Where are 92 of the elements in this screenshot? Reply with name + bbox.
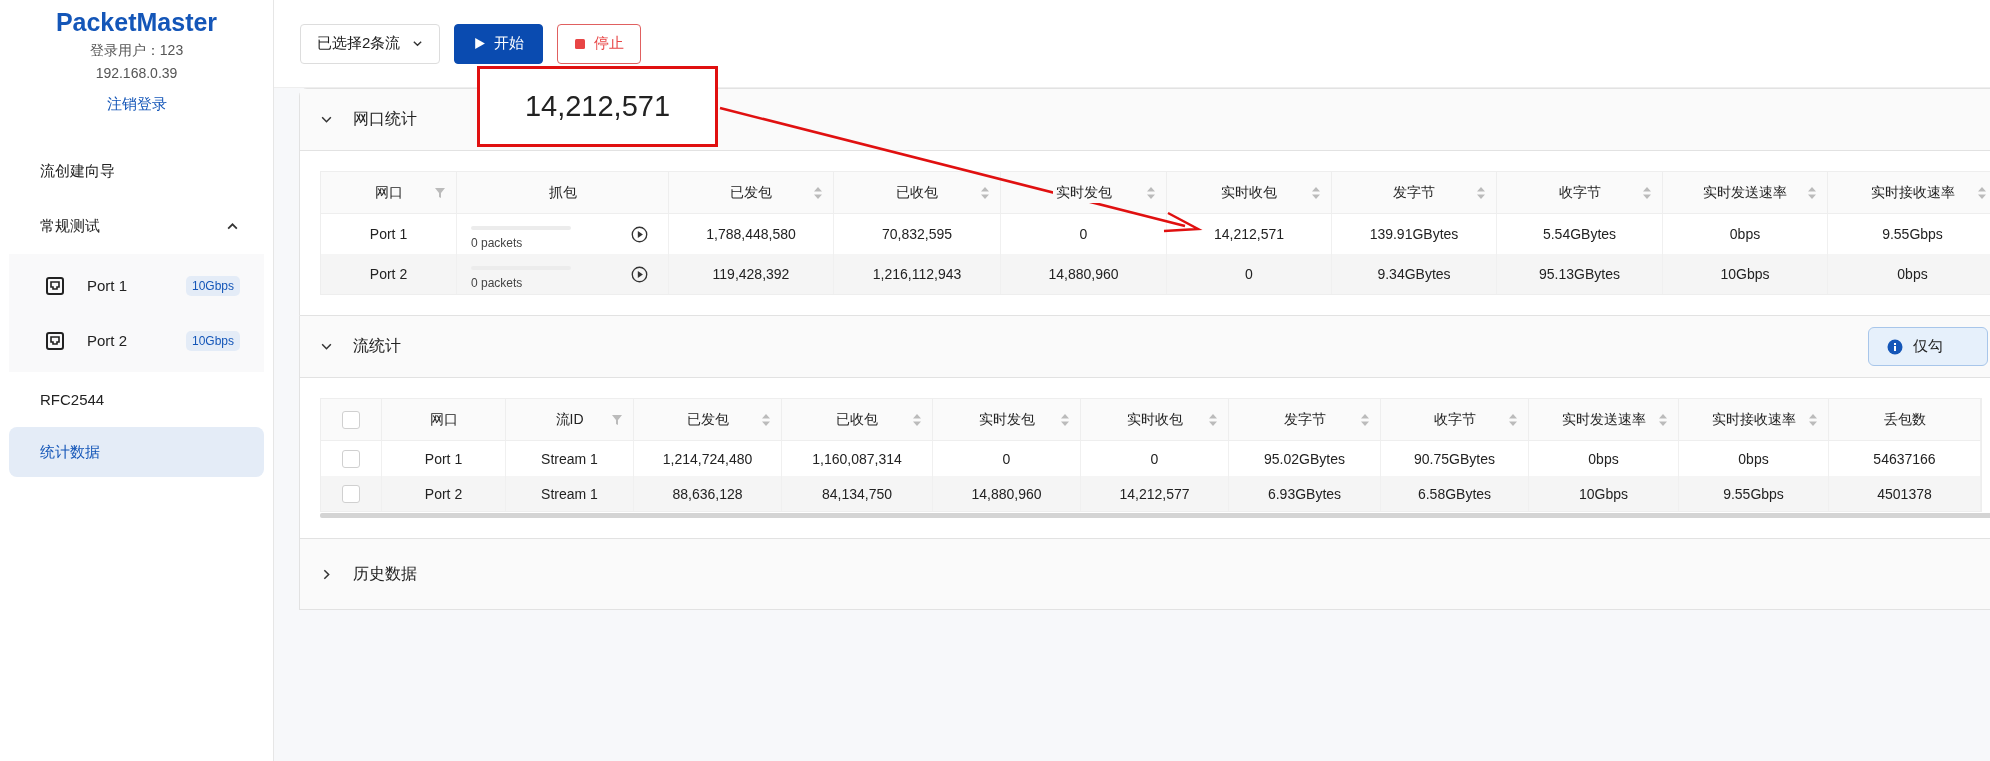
- table-cell: 14,212,577: [1081, 476, 1229, 511]
- port-nav-item[interactable]: Port 1 10Gbps: [9, 258, 264, 313]
- column-header: 已发包: [634, 399, 782, 441]
- column-header: 实时收包: [1081, 399, 1229, 441]
- callout-box: 14,212,571: [477, 66, 718, 147]
- table-cell: 88,636,128: [634, 476, 782, 511]
- sort-icon[interactable]: [980, 185, 990, 200]
- sort-icon[interactable]: [813, 185, 823, 200]
- table-cell: 4501378: [1829, 476, 1981, 511]
- column-header: 已收包: [782, 399, 933, 441]
- column-header: 网口: [382, 399, 506, 441]
- filter-icon[interactable]: [434, 186, 446, 199]
- table-cell: 0bps: [1828, 254, 1990, 294]
- table-cell: 14,880,960: [933, 476, 1081, 511]
- info-icon: [1887, 338, 1903, 355]
- table-cell: 1,216,112,943: [834, 254, 1001, 294]
- column-header: 收字节: [1497, 172, 1663, 214]
- column-header: 收字节: [1381, 399, 1529, 441]
- row-checkbox[interactable]: [342, 484, 360, 503]
- table-cell: 9.55Gbps: [1679, 476, 1829, 511]
- play-icon[interactable]: [631, 265, 648, 283]
- sort-icon[interactable]: [1658, 412, 1668, 427]
- ethernet-port-icon: [45, 330, 65, 351]
- speed-badge: 10Gbps: [185, 275, 240, 296]
- column-header: 实时发包: [1001, 172, 1167, 214]
- nav-item[interactable]: 流创建向导: [0, 144, 273, 199]
- table-cell: Port 2: [382, 476, 506, 511]
- column-header: 流ID: [506, 399, 634, 441]
- nav-item[interactable]: RFC2544: [0, 372, 273, 427]
- table-cell: 119,428,392: [669, 254, 834, 294]
- sort-icon[interactable]: [1208, 412, 1218, 427]
- column-header: 实时发包: [933, 399, 1081, 441]
- section-header[interactable]: 流统计 仅勾: [300, 316, 1990, 378]
- play-icon[interactable]: [631, 225, 648, 243]
- column-header: 已收包: [834, 172, 1001, 214]
- column-header: 网口: [321, 172, 457, 214]
- sort-icon[interactable]: [1360, 412, 1370, 427]
- stream-select[interactable]: 已选择2条流: [300, 23, 441, 64]
- column-header: 实时接收速率: [1679, 399, 1829, 441]
- sort-icon[interactable]: [1060, 412, 1070, 427]
- packet-count: 0 packets: [471, 236, 524, 250]
- sort-icon[interactable]: [1146, 185, 1156, 200]
- sort-icon[interactable]: [1977, 185, 1987, 200]
- ethernet-port-icon: [45, 275, 65, 296]
- section-header[interactable]: 历史数据: [300, 539, 1990, 609]
- table-cell: 9.34GBytes: [1332, 254, 1497, 294]
- sort-icon[interactable]: [761, 412, 771, 427]
- nav-item[interactable]: 统计数据: [9, 427, 264, 477]
- port-nav-item[interactable]: Port 2 10Gbps: [9, 313, 264, 368]
- start-button[interactable]: 开始: [454, 23, 544, 64]
- sort-icon[interactable]: [1807, 185, 1817, 200]
- column-header: 抓包: [457, 172, 669, 214]
- sort-icon[interactable]: [1311, 185, 1321, 200]
- column-header: 发字节: [1229, 399, 1381, 441]
- table-cell: 95.13GBytes: [1497, 254, 1663, 294]
- speed-badge: 10Gbps: [185, 330, 240, 351]
- ip-address: 192.168.0.39: [95, 65, 178, 81]
- logout-link[interactable]: 注销登录: [106, 95, 167, 114]
- table-cell: Port 2: [321, 254, 457, 294]
- column-header: 实时收包: [1167, 172, 1332, 214]
- table-cell: 10Gbps: [1663, 254, 1828, 294]
- packet-count: 0 packets: [471, 276, 524, 290]
- table-cell: 6.58GBytes: [1381, 476, 1529, 511]
- table-cell: 84,134,750: [782, 476, 933, 511]
- column-header: 实时发送速率: [1529, 399, 1679, 441]
- info-notice: 仅勾: [1868, 327, 1988, 366]
- scrollbar[interactable]: [320, 513, 1990, 518]
- sort-icon[interactable]: [912, 412, 922, 427]
- sort-icon[interactable]: [1808, 412, 1818, 427]
- app-logo: PacketMaster: [55, 8, 218, 37]
- column-header: 丢包数: [1829, 399, 1981, 441]
- sort-icon[interactable]: [1642, 185, 1652, 200]
- nav-group[interactable]: 常规测试: [0, 199, 273, 254]
- table-cell: 6.93GBytes: [1229, 476, 1381, 511]
- filter-icon[interactable]: [611, 413, 623, 426]
- column-header: 发字节: [1332, 172, 1497, 214]
- sort-icon[interactable]: [1508, 412, 1518, 427]
- select-all-checkbox[interactable]: [342, 410, 360, 429]
- sort-icon[interactable]: [1476, 185, 1486, 200]
- table-cell: 10Gbps: [1529, 476, 1679, 511]
- user-label: 登录用户：123: [89, 42, 184, 60]
- table-cell: Stream 1: [506, 476, 634, 511]
- row-checkbox[interactable]: [342, 449, 360, 468]
- play-icon: [473, 37, 487, 50]
- column-header: 实时发送速率: [1663, 172, 1828, 214]
- column-header: 实时接收速率: [1828, 172, 1990, 214]
- table-cell: 14,880,960: [1001, 254, 1167, 294]
- stop-icon: [574, 37, 587, 50]
- table-cell: 0: [1167, 254, 1332, 294]
- caret-icon: [412, 38, 424, 49]
- column-header: 已发包: [669, 172, 834, 214]
- stop-button[interactable]: 停止: [557, 23, 642, 64]
